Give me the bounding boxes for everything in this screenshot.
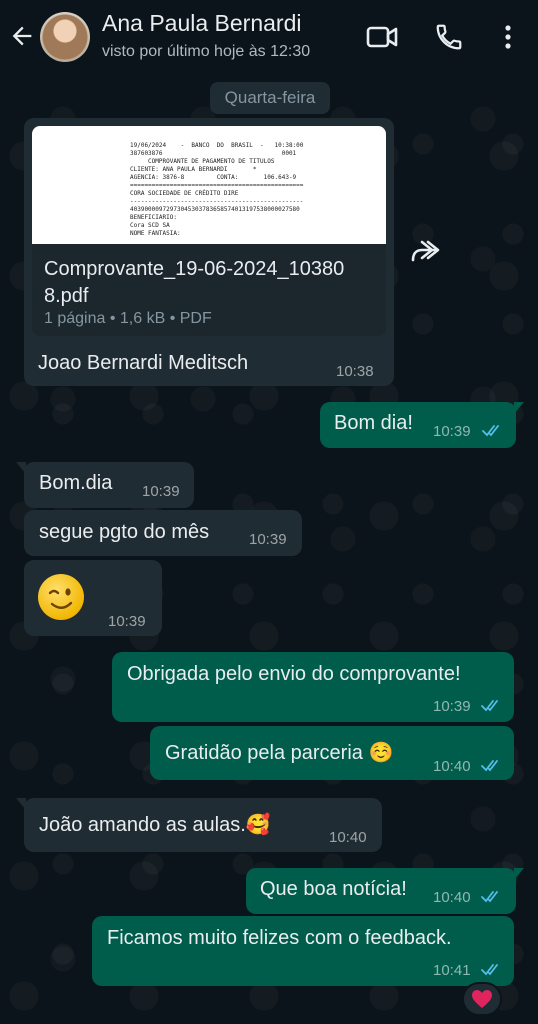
preview-line: BENEFICIARIO:	[130, 214, 177, 221]
message-bubble-outgoing[interactable]: Gratidão pela parceria ☺️ 10:40	[150, 726, 514, 780]
read-receipt-icon	[481, 760, 498, 772]
reaction-badge[interactable]	[462, 982, 502, 1016]
forward-icon[interactable]	[408, 236, 444, 266]
document-preview[interactable]: 19/06/2024 - BANCO DO BRASIL - 10:38:00 …	[32, 126, 386, 244]
message-time: 10:39	[142, 483, 180, 500]
phone-icon[interactable]	[434, 22, 464, 52]
document-filename-line: Comprovante_19-06-2024_10380	[44, 258, 345, 280]
message-time: 10:39	[433, 423, 471, 440]
message-bubble-outgoing[interactable]: Ficamos muito felizes com o feedback. 10…	[92, 916, 514, 986]
winking-face-emoji	[38, 574, 84, 620]
document-meta: 1 página • 1,6 kB • PDF	[44, 310, 212, 327]
message-time: 10:39	[108, 613, 146, 630]
message-time: 10:40	[433, 889, 471, 906]
preview-line: 19/06/2024 - BANCO DO BRASIL - 10:38:00	[130, 142, 304, 149]
message-bubble-outgoing[interactable]: Obrigada pelo envio do comprovante! 10:3…	[112, 652, 514, 722]
message-bubble-outgoing[interactable]: Bom dia! 10:39	[320, 402, 524, 448]
message-bubble-incoming[interactable]: João amando as aulas.🥰 10:40	[16, 798, 382, 852]
message-text: Ficamos muito felizes com o feedback.	[107, 927, 452, 949]
preview-line: ----------------------------------------…	[130, 198, 304, 205]
message-time: 10:40	[433, 758, 471, 775]
message-bubble-incoming[interactable]: Bom.dia 10:39	[16, 462, 194, 508]
message-text: Bom dia!	[334, 412, 413, 434]
document-info[interactable]: Comprovante_19-06-2024_10380 8.pdf 1 pág…	[32, 244, 386, 336]
document-filename-line: 8.pdf	[44, 285, 89, 307]
more-options-icon[interactable]	[500, 22, 516, 52]
preview-line: NOME FANTASIA:	[130, 230, 181, 237]
document-message[interactable]: 19/06/2024 - BANCO DO BRASIL - 10:38:00 …	[24, 118, 394, 386]
preview-line: CORA SOCIEDADE DE CRÉDITO DIRE	[130, 190, 239, 197]
message-text: Obrigada pelo envio do comprovante!	[127, 663, 461, 685]
preview-line: 4039000097297304530378365857401319753800…	[130, 206, 300, 213]
back-arrow-icon[interactable]	[8, 22, 36, 50]
message-time: 10:39	[433, 698, 471, 715]
document-caption: Joao Bernardi Meditsch	[38, 352, 249, 374]
message-text: Bom.dia	[39, 472, 113, 494]
read-receipt-icon	[481, 891, 498, 903]
message-bubble-outgoing[interactable]: Que boa notícia! 10:40	[246, 868, 524, 914]
contact-name[interactable]: Ana Paula Bernardi	[102, 10, 301, 37]
document-filename: Comprovante_19-06-2024_10380 8.pdf	[44, 256, 374, 310]
chat-header: Ana Paula Bernardi visto por último hoje…	[0, 0, 538, 74]
read-receipt-icon	[481, 700, 498, 712]
last-seen-status: visto por último hoje às 12:30	[102, 43, 311, 60]
preview-line: ========================================…	[130, 182, 304, 189]
video-call-icon[interactable]	[366, 24, 398, 50]
winking-face-icon	[48, 588, 73, 609]
message-text: Que boa notícia!	[260, 878, 407, 900]
heart-icon	[472, 990, 492, 1008]
message-text: João amando as aulas.🥰	[39, 814, 271, 836]
message-text: Gratidão pela parceria ☺️	[165, 742, 394, 764]
read-receipt-icon	[481, 964, 498, 976]
message-time: 10:41	[433, 962, 471, 979]
avatar[interactable]	[40, 12, 90, 62]
message-bubble-incoming[interactable]: segue pgto do mês 10:39	[24, 510, 302, 556]
preview-line: CLIENTE: ANA PAULA BERNARDI *	[130, 166, 257, 173]
message-bubble-incoming[interactable]: 10:39	[24, 560, 162, 636]
message-time: 10:39	[249, 531, 287, 548]
preview-line: 387603876 0001	[130, 150, 297, 157]
message-text: segue pgto do mês	[39, 521, 210, 543]
read-receipt-icon	[482, 425, 499, 437]
preview-line: COMPROVANTE DE PAGAMENTO DE TITULOS	[130, 158, 275, 165]
message-time: 10:40	[329, 829, 367, 846]
preview-line: Cora SCD SA	[130, 222, 170, 229]
preview-line: AGENCIA: 3876-8 CONTA: 106.643-9	[130, 174, 297, 181]
date-separator: Quarta-feira	[210, 82, 330, 114]
message-time: 10:38	[336, 363, 374, 380]
